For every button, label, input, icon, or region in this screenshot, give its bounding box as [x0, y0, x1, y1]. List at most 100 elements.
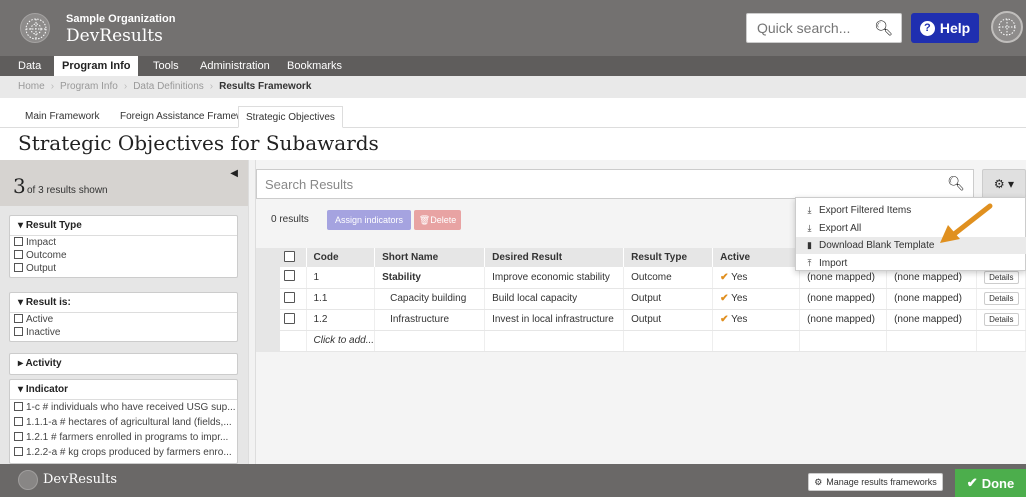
row-select[interactable] — [280, 267, 307, 289]
checkbox-icon[interactable] — [14, 447, 23, 456]
cell-code[interactable]: 1.2 — [306, 309, 376, 331]
org-logo-icon[interactable] — [20, 13, 50, 43]
cell-code[interactable]: 1.1 — [306, 288, 376, 310]
column-header-short-name[interactable]: Short Name — [374, 248, 486, 267]
add-row-cell[interactable]: Click to add... — [306, 330, 376, 352]
filter-header[interactable]: ▾ Result Type — [10, 216, 237, 236]
filter-item[interactable]: 1.2.1 # farmers enrolled in programs to … — [10, 430, 237, 445]
tab-strategic-objectives[interactable]: Strategic Objectives — [238, 106, 343, 128]
search-results-box[interactable]: Search Results 🔍︎ — [256, 169, 974, 199]
nav-tab-bookmarks[interactable]: Bookmarks — [279, 56, 350, 76]
help-button[interactable]: ? Help — [911, 13, 979, 43]
filter-item[interactable]: 1.2.2-a # kg crops produced by farmers e… — [10, 445, 237, 460]
cell-short-name[interactable]: Infrastructure — [374, 309, 486, 331]
nav-tab-administration[interactable]: Administration — [192, 56, 278, 76]
cell-mapping-1[interactable]: (none mapped) — [799, 309, 888, 331]
trash-icon: 🗑︎ — [418, 214, 431, 225]
delete-button[interactable]: 🗑︎ Delete — [414, 210, 461, 230]
filter-item[interactable]: 1.1.1-a # hectares of agricultural land … — [10, 415, 237, 430]
checkbox-icon[interactable] — [14, 250, 23, 259]
done-button[interactable]: ✔ Done — [955, 469, 1026, 497]
cell-code[interactable]: 1 — [306, 267, 376, 289]
nav-tab-tools[interactable]: Tools — [145, 56, 187, 76]
search-icon[interactable]: 🔍︎ — [947, 175, 965, 192]
empty-cell — [712, 330, 801, 352]
checkbox-icon[interactable] — [284, 270, 295, 282]
filter-item[interactable]: Impact — [10, 236, 237, 249]
column-header-active[interactable]: Active — [712, 248, 801, 267]
menu-item-import[interactable]: ⤒ Import — [796, 255, 1026, 272]
cell-mapping-2[interactable]: (none mapped) — [886, 288, 978, 310]
cell-active[interactable]: ✔ Yes — [712, 309, 801, 331]
assign-indicators-button[interactable]: Assign indicators — [327, 210, 411, 230]
filter-item[interactable]: 1-c # individuals who have received USG … — [10, 400, 237, 415]
cell-desired-result[interactable]: Invest in local infrastructure — [484, 309, 625, 331]
quick-search-input[interactable] — [747, 14, 867, 42]
empty-cell — [374, 330, 486, 352]
cell-mapping-1[interactable]: (none mapped) — [799, 288, 888, 310]
row-handle — [256, 330, 280, 352]
manage-results-frameworks-button[interactable]: ⚙ Manage results frameworks — [808, 473, 943, 491]
nav-tab-program-info[interactable]: Program Info — [54, 56, 139, 76]
user-avatar[interactable] — [991, 11, 1023, 43]
filter-header[interactable]: ▾ Indicator — [10, 380, 237, 400]
cell-result-type[interactable]: Output — [623, 309, 714, 331]
row-select[interactable] — [280, 288, 307, 310]
row-select[interactable] — [280, 309, 307, 331]
filter-item[interactable]: Outcome — [10, 249, 237, 262]
table-row[interactable]: 1.2 Infrastructure Invest in local infra… — [256, 309, 1026, 331]
file-icon: ▮ — [807, 240, 812, 250]
cell-result-type[interactable]: Output — [623, 288, 714, 310]
checkbox-icon[interactable] — [14, 417, 23, 426]
filter-header[interactable]: ▸ Activity — [10, 354, 237, 374]
checkbox-icon[interactable] — [14, 402, 23, 411]
checkbox-icon[interactable] — [284, 312, 295, 324]
cell-active[interactable]: ✔ Yes — [712, 267, 801, 289]
cell-desired-result[interactable]: Build local capacity — [484, 288, 625, 310]
cell-desired-result[interactable]: Improve economic stability — [484, 267, 625, 289]
filter-item[interactable]: Inactive — [10, 326, 237, 339]
column-header-result-type[interactable]: Result Type — [623, 248, 714, 267]
checkbox-icon[interactable] — [14, 327, 23, 336]
quick-search-box[interactable]: 🔍︎ — [746, 13, 902, 43]
cell-short-name[interactable]: Stability — [374, 267, 486, 289]
collapse-panel-icon[interactable]: ◀ — [230, 168, 238, 179]
gear-icon: ⚙ — [993, 177, 1005, 191]
details-button[interactable]: Details — [984, 313, 1019, 326]
filter-header[interactable]: ▾ Result is: — [10, 293, 237, 313]
checkmark-icon: ✔ — [720, 271, 729, 283]
filter-item[interactable]: Active — [10, 313, 237, 326]
filter-item[interactable]: Output — [10, 262, 237, 275]
search-results-input[interactable]: Search Results — [265, 177, 353, 192]
details-button[interactable]: Details — [984, 292, 1019, 305]
cell-short-name[interactable]: Capacity building — [374, 288, 486, 310]
tab-main-framework[interactable]: Main Framework — [18, 106, 106, 128]
nav-tab-data[interactable]: Data — [18, 56, 41, 76]
panel-splitter[interactable] — [248, 160, 256, 464]
checkbox-icon[interactable] — [284, 250, 295, 262]
checkmark-icon: ✔ — [720, 314, 729, 325]
cell-mapping-2[interactable]: (none mapped) — [886, 309, 978, 331]
breadcrumb-data-definitions[interactable]: Data Definitions — [133, 81, 204, 92]
checkbox-icon[interactable] — [14, 263, 23, 272]
checkbox-icon[interactable] — [14, 432, 23, 441]
select-all-header[interactable] — [280, 248, 307, 267]
checkbox-icon[interactable] — [14, 314, 23, 323]
empty-cell — [886, 330, 978, 352]
cell-active[interactable]: ✔ Yes — [712, 288, 801, 310]
column-header-desired-result[interactable]: Desired Result — [484, 248, 625, 267]
search-icon[interactable]: 🔍︎ — [874, 19, 893, 37]
breadcrumb-home[interactable]: Home — [18, 81, 45, 92]
empty-cell — [799, 330, 888, 352]
breadcrumb-program-info[interactable]: Program Info — [60, 81, 118, 92]
cell-result-type[interactable]: Outcome — [623, 267, 714, 289]
add-row[interactable]: Click to add... — [256, 330, 1026, 352]
table-row[interactable]: 1.1 Capacity building Build local capaci… — [256, 288, 1026, 310]
checkbox-icon[interactable] — [284, 291, 295, 303]
details-button[interactable]: Details — [984, 270, 1019, 284]
top-header: Sample Organization DevResults 🔍︎ ? Help — [0, 0, 1026, 56]
column-header-code[interactable]: Code — [306, 248, 376, 267]
framework-tabs: Main Framework Foreign Assistance Framew… — [0, 106, 1026, 128]
checkbox-icon[interactable] — [14, 237, 23, 246]
gear-menu-button[interactable]: ⚙ ▾ — [982, 169, 1026, 199]
